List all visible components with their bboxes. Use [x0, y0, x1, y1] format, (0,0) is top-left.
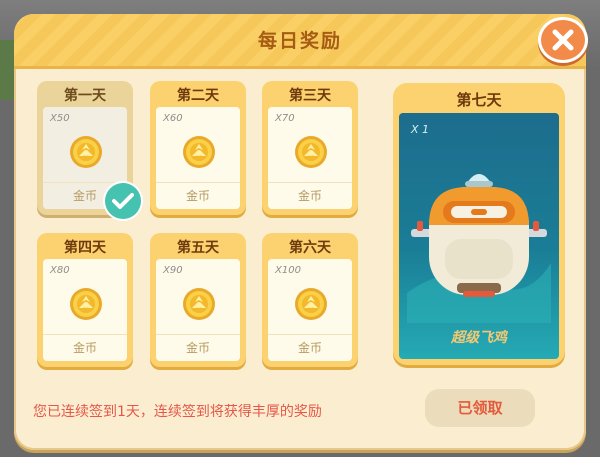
day-label: 第七天 [456, 91, 502, 109]
claimed-button[interactable]: 已领取 [425, 389, 535, 427]
reward-name: 金币 [156, 182, 240, 209]
reward-name: 金币 [43, 334, 127, 361]
day-card-6[interactable]: 第六天 X100 金币 [262, 233, 358, 367]
dialog-title: 每日奖励 [257, 30, 342, 52]
gold-coin-icon [183, 288, 215, 320]
check-icon [112, 193, 134, 209]
reward-quantity: X100 [275, 265, 301, 276]
gold-coin-icon [183, 136, 215, 168]
close-icon [552, 29, 574, 51]
reward-name: 金币 [268, 334, 352, 361]
reward-quantity: X50 [50, 113, 70, 124]
gold-coin-icon [70, 136, 102, 168]
day-label: 第一天 [64, 88, 106, 104]
grand-prize-name: 超级飞鸡 [451, 330, 507, 346]
claimed-check-badge [105, 183, 141, 219]
grand-prize-display: X 1 超级飞鸡 [399, 113, 559, 359]
reward-quantity: X60 [163, 113, 183, 124]
gold-coin-icon [70, 288, 102, 320]
gold-coin-icon [295, 288, 327, 320]
day-label: 第四天 [64, 240, 106, 256]
day-label: 第五天 [177, 240, 219, 256]
day-card-4[interactable]: 第四天 X80 金币 [37, 233, 133, 367]
reward-name: 金币 [268, 182, 352, 209]
robot-chicken-icon [407, 174, 551, 323]
reward-name: 金币 [156, 334, 240, 361]
streak-notice: 您已连续签到1天，连续签到将获得丰厚的奖励 [33, 404, 322, 420]
day-card-2[interactable]: 第二天 X60 金币 [150, 81, 246, 215]
day-card-7[interactable]: 第七天 X 1 超级飞鸡 [393, 83, 565, 365]
day-label: 第六天 [289, 240, 331, 256]
day-card-5[interactable]: 第五天 X90 金币 [150, 233, 246, 367]
reward-quantity: X 1 [411, 123, 430, 136]
day-label: 第二天 [177, 88, 219, 104]
day-card-3[interactable]: 第三天 X70 金币 [262, 81, 358, 215]
reward-quantity: X70 [275, 113, 295, 124]
gold-coin-icon [295, 136, 327, 168]
day-label: 第三天 [289, 88, 331, 104]
close-button[interactable] [541, 20, 585, 60]
reward-quantity: X90 [163, 265, 183, 276]
reward-quantity: X80 [50, 265, 70, 276]
